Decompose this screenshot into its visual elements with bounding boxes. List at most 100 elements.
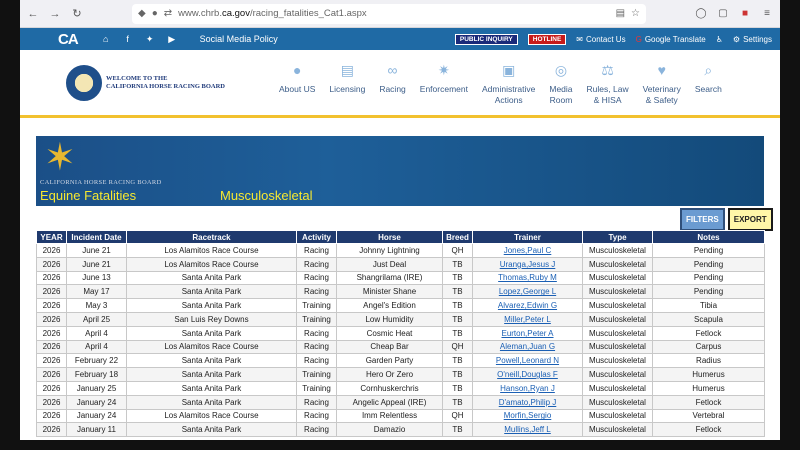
social-media-policy-link[interactable]: Social Media Policy [200, 34, 278, 44]
table-cell: 2026 [36, 422, 67, 438]
filters-button[interactable]: FILTERS [680, 208, 725, 231]
column-header[interactable]: Incident Date [66, 230, 127, 244]
table-cell: TB [442, 270, 473, 286]
table-cell: Hero Or Zero [336, 367, 443, 382]
table-cell: Santa Anita Park [126, 284, 297, 300]
column-header[interactable]: Breed [442, 230, 473, 244]
column-header[interactable]: YEAR [36, 230, 67, 244]
search-icon: ⌕ [704, 61, 713, 78]
nav-item-media[interactable]: ◎ Media Room [542, 60, 579, 106]
google-translate-label: Google Translate [644, 34, 706, 44]
trainer-link[interactable]: Aleman,Juan G [472, 339, 583, 355]
google-translate-link[interactable]: G Google Translate [636, 35, 706, 44]
table-cell: Santa Anita Park [126, 325, 297, 341]
table-cell: 2026 [36, 325, 67, 341]
address-bar[interactable]: ◆ ● ⇄ www.chrb.ca.gov/racing_fatalities_… [132, 3, 646, 24]
badge-star-icon: ✶ [44, 137, 76, 179]
table-cell: Santa Anita Park [126, 270, 297, 286]
chrb-logo[interactable]: WELCOME TO THE CALIFORNIA HORSE RACING B… [66, 64, 246, 101]
forward-icon[interactable]: → [48, 7, 62, 21]
home-icon[interactable]: ⌂ [98, 34, 114, 44]
table-cell: Just Deal [336, 256, 443, 272]
bookmark-star-icon[interactable]: ☆ [631, 8, 640, 19]
lock-icon[interactable]: ● [152, 8, 158, 19]
settings-link[interactable]: ⚙ Settings [733, 35, 772, 44]
ca-gov-logo[interactable]: CA [58, 31, 79, 48]
twitter-icon[interactable]: ✦ [142, 34, 158, 45]
table-cell: Training [296, 380, 337, 396]
table-cell: Racing [296, 394, 337, 410]
column-header[interactable]: Notes [652, 230, 765, 244]
table-cell: Santa Anita Park [126, 394, 297, 410]
table-cell: Racing [296, 325, 337, 341]
trainer-link[interactable]: Mullins,Jeff L [472, 422, 583, 438]
menu-icon[interactable]: ≡ [760, 7, 774, 21]
column-header[interactable]: Type [582, 230, 653, 244]
contact-us-link[interactable]: ✉ Contact Us [576, 35, 625, 44]
table-cell: Humerus [652, 367, 765, 382]
nav-item-administrative[interactable]: ▣ Administrative Actions [475, 60, 542, 106]
table-cell: 2026 [36, 311, 67, 327]
column-header[interactable]: Racetrack [126, 230, 297, 244]
permissions-icon[interactable]: ⇄ [164, 8, 172, 19]
column-header[interactable]: Activity [296, 230, 337, 244]
license-icon: ▤ [340, 61, 354, 78]
nav-item-rules-law[interactable]: ⚖ Rules, Law & HISA [580, 60, 636, 106]
account-icon[interactable]: ◯ [694, 7, 708, 21]
nav-item-veterinary[interactable]: ♥ Veterinary & Safety [636, 60, 688, 106]
facebook-icon[interactable]: f [120, 34, 136, 44]
trainer-link[interactable]: D'amato,Philip J [472, 394, 583, 410]
trainer-link[interactable]: Jones,Paul C [472, 243, 583, 258]
nav-item-enforcement[interactable]: ✷ Enforcement [413, 60, 475, 106]
reload-icon[interactable]: ↻ [70, 7, 84, 21]
table-header-row: YEAR Incident Date Racetrack Activity Horse B… [36, 230, 765, 244]
screen-frame: ← → ↻ ◆ ● ⇄ www.chrb.ca.gov/racing_fatal… [0, 0, 800, 450]
hotline-button[interactable]: HOTLINE [527, 33, 567, 45]
shield-icon[interactable]: ◆ [138, 8, 146, 19]
back-icon[interactable]: ← [26, 7, 40, 21]
table-row: 2026 June 21 Los Alamitos Race Course Racin… [36, 243, 765, 258]
chrb-logo-text: WELCOME TO THE CALIFORNIA HORSE RACING B… [106, 75, 225, 91]
ublock-icon[interactable]: ■ [738, 7, 752, 21]
nav-item-racing[interactable]: ∞ Racing [372, 60, 412, 106]
table-cell: Johnny Lightning [336, 243, 443, 258]
category-title: Musculoskeletal [220, 188, 313, 203]
export-button[interactable]: EXPORT [727, 208, 773, 231]
trainer-link[interactable]: Miller,Peter L [472, 311, 583, 327]
trainer-link[interactable]: Thomas,Ruby M [472, 270, 583, 286]
table-cell: Musculoskeletal [582, 422, 653, 438]
browser-window: ← → ↻ ◆ ● ⇄ www.chrb.ca.gov/racing_fatal… [20, 0, 780, 440]
public-inquiry-button[interactable]: PUBLIC INQUIRY [454, 33, 518, 45]
column-header[interactable]: Trainer [472, 230, 583, 244]
table-cell: 2026 [36, 339, 67, 355]
table-cell: Low Humidity [336, 311, 443, 327]
trainer-link[interactable]: Powell,Leonard N [472, 353, 583, 369]
youtube-icon[interactable]: ▶ [164, 34, 180, 45]
trainer-link[interactable]: O'neill,Douglas F [472, 367, 583, 382]
nav-label: Licensing [329, 83, 366, 94]
nav-item-about-us[interactable]: ● About US [272, 60, 322, 106]
trainer-link[interactable]: Eurton,Peter A [472, 325, 583, 341]
trainer-link[interactable]: Hanson,Ryan J [472, 380, 583, 396]
trainer-link[interactable]: Uranga,Jesus J [472, 256, 583, 272]
extensions-icon[interactable]: ▢ [716, 7, 730, 21]
table-cell: Musculoskeletal [582, 353, 653, 369]
column-header[interactable]: Horse [336, 230, 443, 244]
trainer-link[interactable]: Lopez,George L [472, 284, 583, 300]
nav-label: Racing [379, 83, 406, 94]
accessibility-icon[interactable]: ♿ [716, 35, 723, 44]
table-cell: Musculoskeletal [582, 367, 653, 382]
table-row: 2026 February 18 Santa Anita Park Training H… [36, 367, 765, 382]
chrb-seal-icon [66, 64, 102, 101]
nav-item-licensing[interactable]: ▤ Licensing [322, 60, 372, 106]
table-cell: Angelic Appeal (IRE) [336, 394, 443, 410]
reader-view-icon[interactable]: ▤ [616, 8, 625, 19]
nav-item-search[interactable]: ⌕ Search [688, 60, 729, 106]
table-cell: April 25 [66, 311, 127, 327]
trainer-link[interactable]: Alvarez,Edwin G [472, 298, 583, 313]
trainer-link[interactable]: Morfin,Sergio [472, 408, 583, 424]
table-cell: Pending [652, 256, 765, 272]
table-actions: FILTERS EXPORT [680, 208, 773, 231]
url-text[interactable]: www.chrb.ca.gov/racing_fatalities_Cat1.a… [178, 8, 367, 19]
table-cell: Musculoskeletal [582, 270, 653, 286]
